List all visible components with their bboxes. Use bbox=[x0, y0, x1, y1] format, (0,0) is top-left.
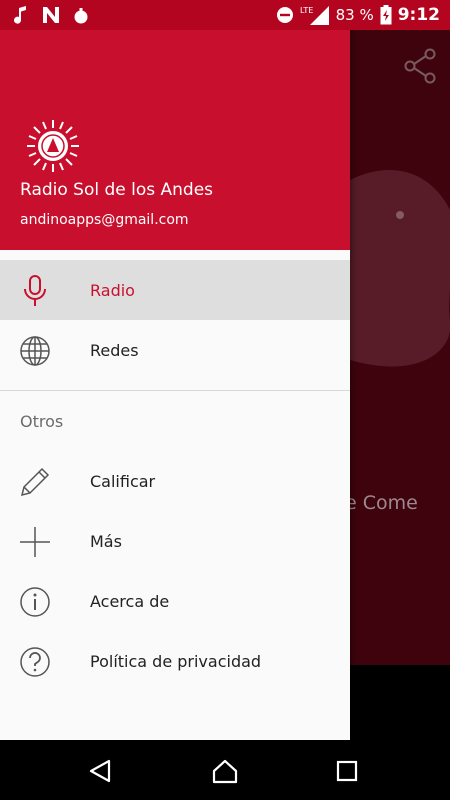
menu-label-radio: Radio bbox=[90, 280, 135, 300]
info-icon bbox=[18, 585, 52, 619]
station-name: Radio Sol de los Andes bbox=[20, 180, 214, 200]
music-note-icon bbox=[12, 6, 30, 24]
clock: 9:12 bbox=[397, 5, 440, 25]
menu-item-radio[interactable]: Radio bbox=[0, 260, 350, 320]
pencil-icon bbox=[18, 465, 52, 499]
menu-label-redes: Redes bbox=[90, 340, 139, 360]
globe-icon bbox=[18, 334, 52, 368]
microphone-icon bbox=[18, 274, 52, 308]
do-not-disturb-icon bbox=[276, 6, 294, 24]
menu-item-calificar[interactable]: Calificar bbox=[0, 451, 350, 511]
menu-item-acerca-de[interactable]: Acerca de bbox=[0, 571, 350, 631]
scrim[interactable] bbox=[350, 30, 450, 665]
drawer-header: Radio Sol de los Andes andinoapps@gmail.… bbox=[0, 0, 350, 250]
recents-icon[interactable] bbox=[332, 757, 362, 785]
menu-item-redes[interactable]: Redes bbox=[0, 320, 350, 380]
battery-icon bbox=[380, 5, 392, 25]
bomb-icon bbox=[72, 6, 90, 24]
help-icon bbox=[18, 645, 52, 679]
menu-label-mas: Más bbox=[90, 531, 122, 551]
menu-item-mas[interactable]: Más bbox=[0, 511, 350, 571]
signal-icon: LTE bbox=[300, 6, 330, 25]
menu-label-calificar: Calificar bbox=[90, 471, 156, 491]
battery-percent: 83 % bbox=[335, 6, 374, 24]
plus-icon bbox=[18, 525, 52, 559]
section-title-otros: Otros bbox=[20, 411, 64, 431]
menu-item-politica-privacidad[interactable]: Política de privacidad bbox=[0, 631, 350, 691]
network-type-label: LTE bbox=[300, 6, 313, 15]
status-bar: LTE 83 % 9:12 bbox=[0, 0, 450, 30]
menu-label-politica-privacidad: Política de privacidad bbox=[90, 651, 262, 671]
system-nav-bar bbox=[0, 740, 450, 800]
drawer-menu: Radio Redes Otros Calificar Más Acerca d… bbox=[0, 260, 350, 691]
home-icon[interactable] bbox=[210, 757, 240, 785]
navigation-drawer: Radio Sol de los Andes andinoapps@gmail.… bbox=[0, 0, 350, 740]
station-email: andinoapps@gmail.com bbox=[20, 212, 189, 228]
menu-label-acerca-de: Acerca de bbox=[90, 591, 170, 611]
back-icon[interactable] bbox=[85, 757, 115, 785]
n-app-icon bbox=[42, 6, 60, 24]
sun-logo-icon bbox=[27, 120, 79, 172]
